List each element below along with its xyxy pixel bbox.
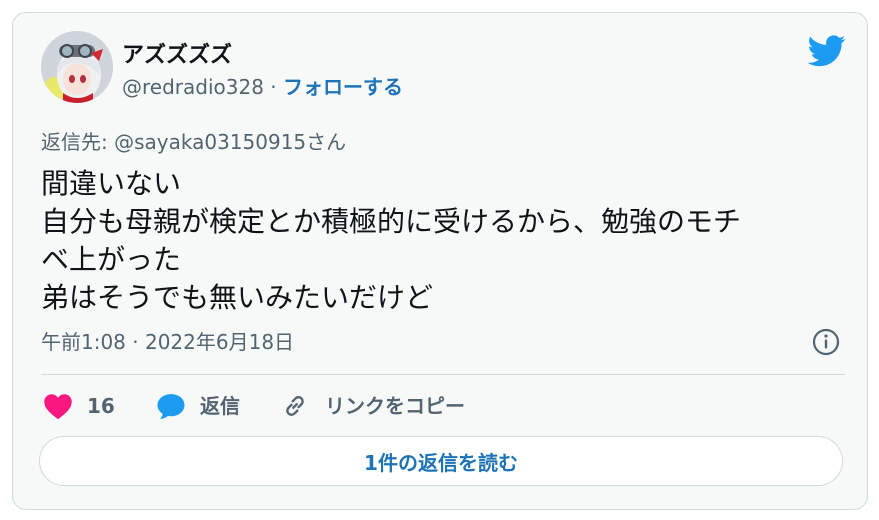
- author-display-name[interactable]: アズズズズ: [122, 43, 232, 69]
- author-handle[interactable]: @redradio328: [122, 75, 264, 99]
- read-replies-label: 1件の返信を読む: [364, 450, 518, 475]
- reply-to-line: 返信先: @sayaka03150915さん: [41, 130, 347, 154]
- tweet-line: 自分も母親が検定とか積極的に受けるから、勉強のモチ: [41, 205, 742, 238]
- tweet-timestamp[interactable]: 午前1:08 · 2022年6月18日: [41, 329, 294, 355]
- author-avatar[interactable]: [41, 31, 113, 103]
- author-meta: @redradio328 · フォローする: [122, 74, 403, 100]
- info-icon[interactable]: [812, 328, 840, 356]
- like-count: 16: [87, 394, 115, 418]
- tweet-line: ベ上がった: [41, 243, 182, 276]
- meta-separator: ·: [270, 75, 277, 99]
- tweet-line: 弟はそうでも無いみたいだけど: [41, 281, 434, 314]
- link-icon: [286, 396, 304, 416]
- copy-link-button[interactable]: リンクをコピー: [281, 389, 465, 423]
- read-replies-button[interactable]: 1件の返信を読む: [39, 436, 843, 486]
- follow-button[interactable]: フォローする: [283, 75, 403, 99]
- speech-bubble-icon: [157, 394, 185, 419]
- copy-link-label: リンクをコピー: [325, 394, 465, 418]
- tweet-card: アズズズズ @redradio328 · フォローする 返信先: @sayaka…: [12, 12, 868, 510]
- tweet-line: 間違いない: [41, 167, 182, 200]
- anime-avatar-icon: [41, 31, 113, 103]
- divider: [41, 374, 845, 375]
- reply-label: 返信: [200, 394, 240, 418]
- twitter-bird-icon[interactable]: [808, 35, 846, 67]
- tweet-text: 間違いない 自分も母親が検定とか積極的に受けるから、勉強のモチ ベ上がった 弟は…: [41, 165, 841, 317]
- like-button[interactable]: 16: [43, 389, 115, 423]
- reply-button[interactable]: 返信: [156, 389, 240, 423]
- heart-icon: [44, 394, 72, 420]
